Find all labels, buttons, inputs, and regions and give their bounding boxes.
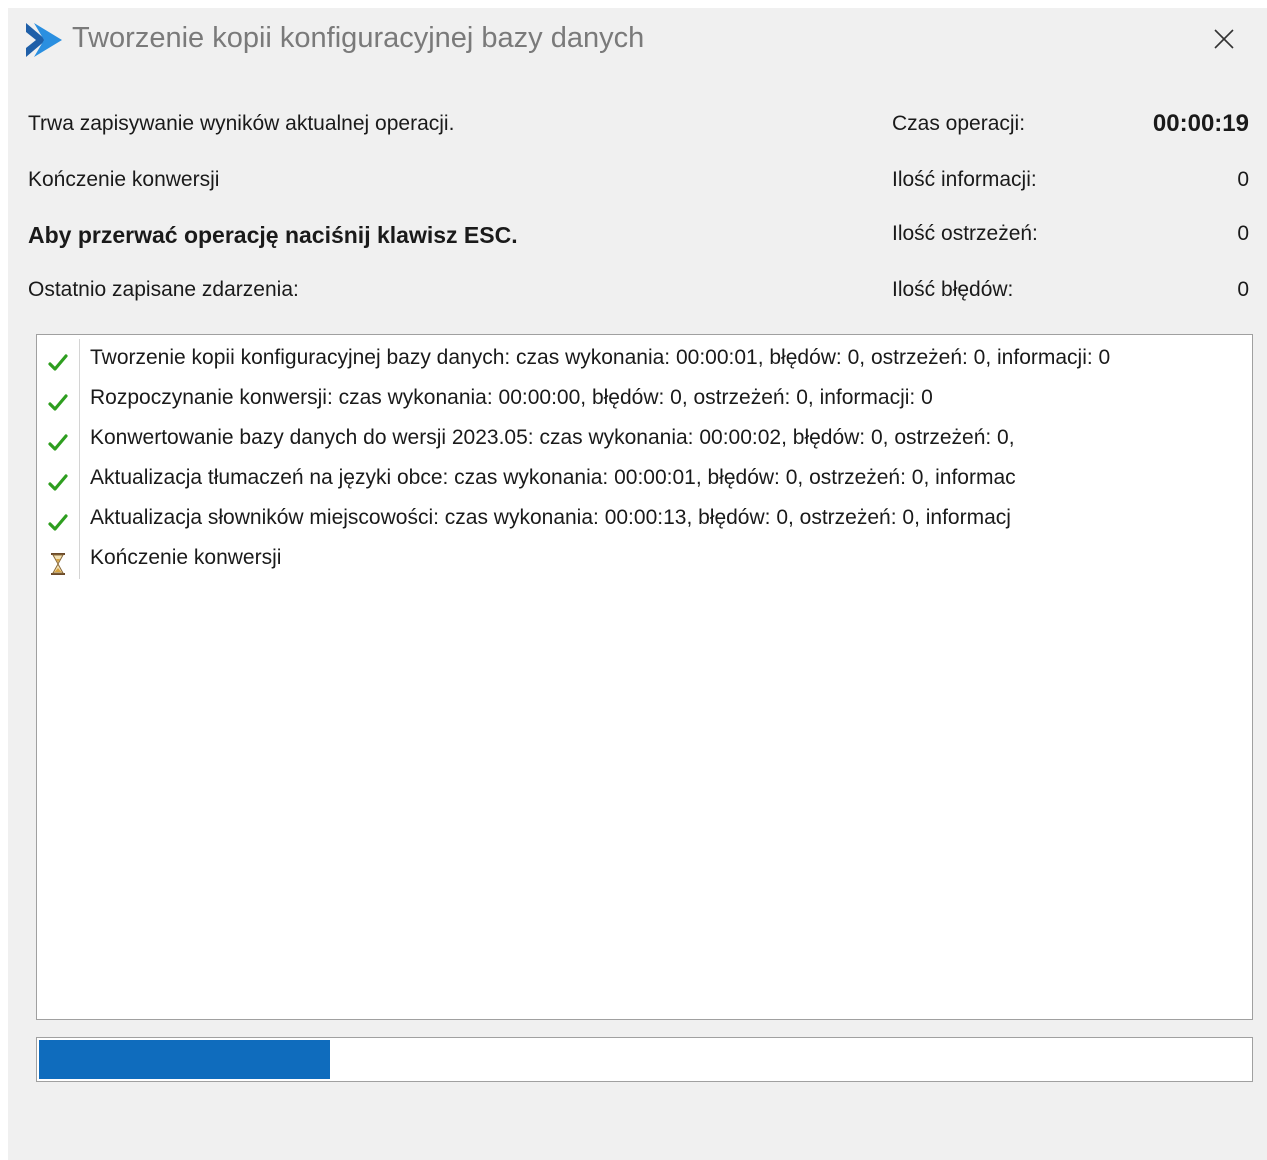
log-entry[interactable]: Tworzenie kopii konfiguracyjnej bazy dan…	[37, 339, 1252, 379]
log-entry[interactable]: Rozpoczynanie konwersji: czas wykonania:…	[37, 379, 1252, 419]
log-entry-text: Kończenie konwersji	[90, 546, 282, 569]
hourglass-icon	[37, 539, 80, 579]
log-entry-text: Rozpoczynanie konwersji: czas wykonania:…	[90, 386, 933, 409]
progress-bar	[36, 1037, 1253, 1082]
checkmark-icon	[37, 379, 80, 419]
log-entry[interactable]: Kończenie konwersji	[37, 539, 1252, 579]
current-step-text: Kończenie konwersji	[28, 168, 220, 191]
errors-count-label: Ilość błędów:	[892, 278, 1014, 301]
close-icon[interactable]	[1209, 24, 1239, 54]
progress-bar-fill	[39, 1040, 330, 1079]
app-logo-icon	[26, 23, 62, 57]
window-title: Tworzenie kopii konfiguracyjnej bazy dan…	[72, 22, 645, 54]
dialog-window: Tworzenie kopii konfiguracyjnej bazy dan…	[8, 8, 1267, 1160]
info-count-value: 0	[1237, 168, 1249, 191]
events-log[interactable]: Tworzenie kopii konfiguracyjnej bazy dan…	[36, 334, 1253, 1020]
events-log-list: Tworzenie kopii konfiguracyjnej bazy dan…	[37, 339, 1252, 579]
info-count-label: Ilość informacji:	[892, 168, 1037, 191]
current-operation-text: Trwa zapisywanie wyników aktualnej opera…	[28, 112, 455, 135]
time-value: 00:00:19	[1152, 110, 1249, 137]
checkmark-icon	[37, 339, 80, 379]
log-entry-text: Konwertowanie bazy danych do wersji 2023…	[90, 426, 1015, 449]
checkmark-icon	[37, 459, 80, 499]
checkmark-icon	[37, 499, 80, 539]
log-entry-text: Aktualizacja tłumaczeń na języki obce: c…	[90, 466, 1016, 489]
title-bar: Tworzenie kopii konfiguracyjnej bazy dan…	[8, 8, 1267, 70]
warnings-count-value: 0	[1237, 222, 1249, 245]
log-entry[interactable]: Aktualizacja tłumaczeń na języki obce: c…	[37, 459, 1252, 499]
recent-events-label: Ostatnio zapisane zdarzenia:	[28, 278, 299, 301]
log-entry[interactable]: Konwertowanie bazy danych do wersji 2023…	[37, 419, 1252, 459]
errors-count-value: 0	[1237, 278, 1249, 301]
time-label: Czas operacji:	[892, 112, 1026, 135]
warnings-count-label: Ilość ostrzeżeń:	[892, 222, 1038, 245]
log-entry[interactable]: Aktualizacja słowników miejscowości: cza…	[37, 499, 1252, 539]
log-entry-text: Tworzenie kopii konfiguracyjnej bazy dan…	[90, 346, 1111, 369]
esc-hint-text: Aby przerwać operację naciśnij klawisz E…	[28, 222, 518, 248]
log-entry-text: Aktualizacja słowników miejscowości: cza…	[90, 506, 1011, 529]
checkmark-icon	[37, 419, 80, 459]
